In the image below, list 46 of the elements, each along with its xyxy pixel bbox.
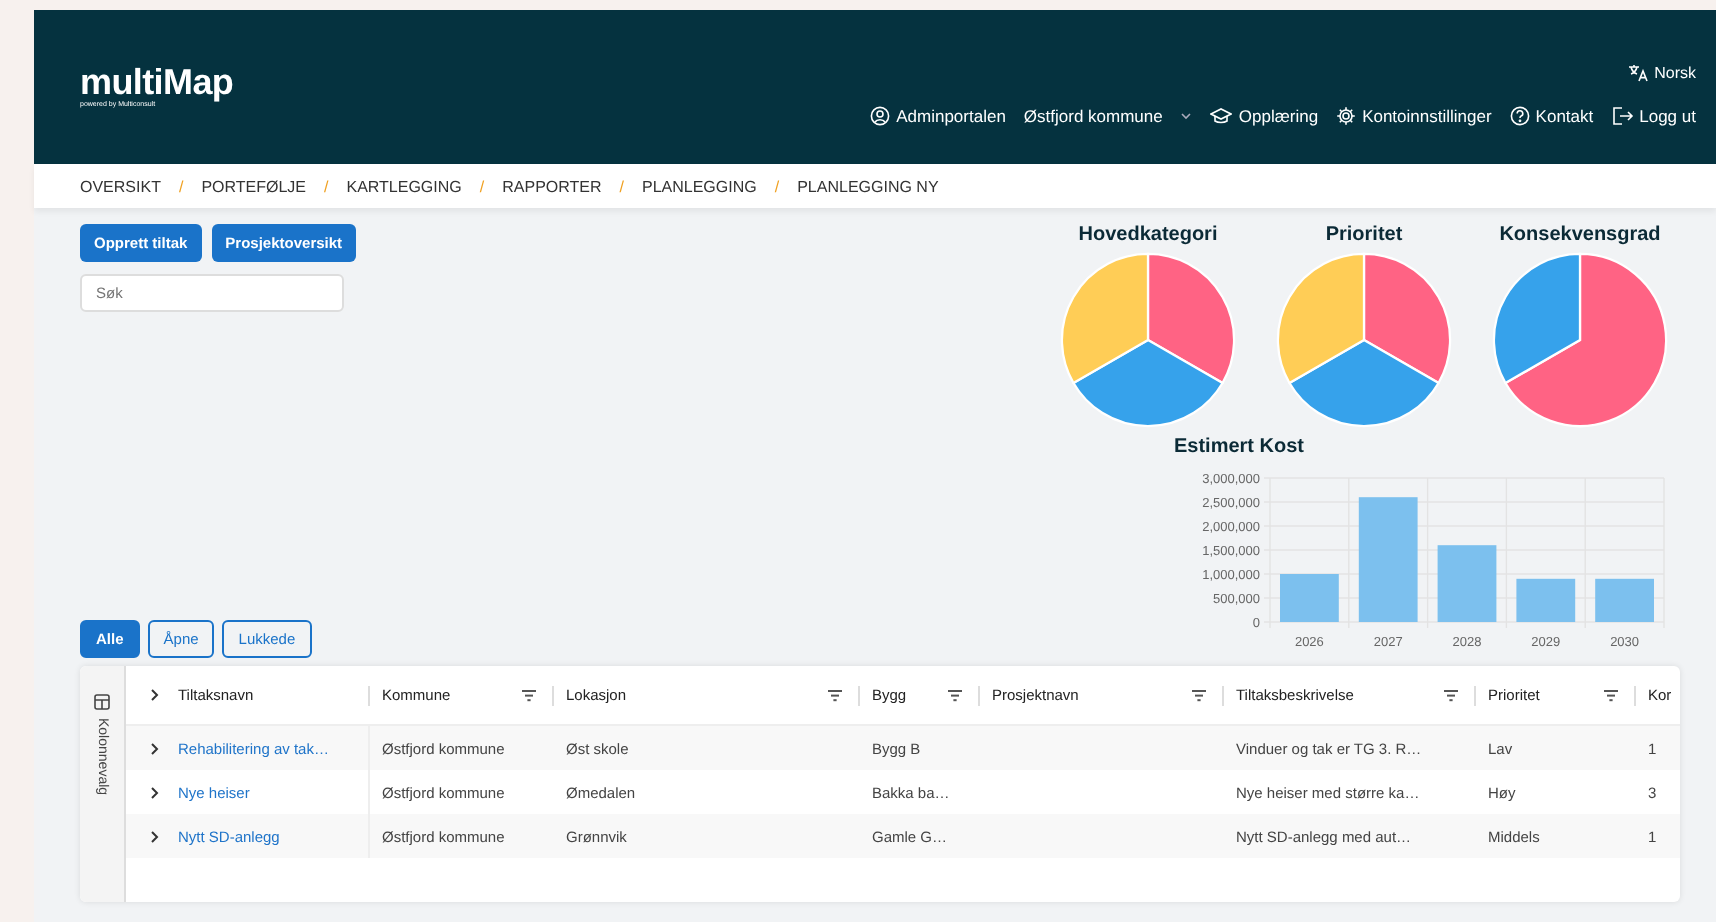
filter-icon[interactable] — [828, 689, 842, 701]
filter-icon[interactable] — [522, 689, 536, 701]
chart-title: Konsekvensgrad — [1499, 224, 1661, 246]
filter-icon[interactable] — [948, 689, 962, 701]
expand-row-icon[interactable] — [150, 829, 160, 843]
breadcrumb-link[interactable]: OVERSIKT — [80, 177, 161, 195]
nav-link[interactable]: Logg ut — [1611, 106, 1696, 126]
bar — [1358, 497, 1418, 622]
breadcrumb-link[interactable]: PLANLEGGING — [642, 177, 757, 195]
filter-icon[interactable] — [1604, 689, 1618, 701]
breadcrumb-separator: / — [774, 177, 780, 195]
breadcrumb-link[interactable]: PLANLEGGING NY — [797, 177, 939, 195]
nav-link[interactable]: Kontakt — [1509, 106, 1594, 126]
chart-title: Prioritet — [1325, 224, 1403, 246]
app-logo: multiMap — [80, 64, 234, 100]
breadcrumb-link[interactable]: PORTEFØLJE — [201, 177, 306, 195]
settings-icon — [1336, 106, 1357, 126]
breadcrumb-separator: / — [324, 177, 329, 195]
breadcrumb-link[interactable]: RAPPORTER — [502, 177, 602, 195]
person-icon — [870, 106, 891, 126]
filter-icon[interactable] — [1444, 689, 1458, 701]
breadcrumb-separator: / — [479, 177, 485, 195]
breadcrumb-link[interactable]: KARTLEGGING — [346, 177, 462, 195]
expand-row-icon[interactable] — [150, 785, 160, 799]
bar — [1280, 574, 1339, 622]
expand-all-icon[interactable] — [150, 688, 160, 702]
municipality-dropdown[interactable]: Østfjord kommune — [1023, 106, 1193, 126]
caret-icon — [1180, 112, 1193, 120]
bar — [1595, 578, 1654, 622]
nav-link[interactable]: Opplæring — [1210, 106, 1319, 126]
bar — [1437, 545, 1497, 622]
graduation-cap-icon — [1210, 106, 1233, 126]
translate-icon — [1628, 64, 1649, 82]
breadcrumb-separator: / — [178, 177, 184, 195]
language-selector[interactable]: Norsk — [1628, 64, 1696, 82]
columns-icon — [94, 694, 110, 710]
help-icon — [1509, 106, 1530, 126]
logout-icon — [1611, 106, 1634, 126]
chart-title: Estimert Kost — [1174, 436, 1307, 458]
expand-row-icon[interactable] — [150, 741, 160, 755]
nav-link[interactable]: Kontoinnstillinger — [1336, 106, 1492, 126]
bar — [1516, 578, 1576, 622]
nav-link[interactable]: Adminportalen — [870, 106, 1006, 126]
chart-title: Hovedkategori — [1078, 224, 1218, 246]
filter-icon[interactable] — [1192, 689, 1206, 701]
breadcrumb-separator: / — [619, 177, 624, 195]
